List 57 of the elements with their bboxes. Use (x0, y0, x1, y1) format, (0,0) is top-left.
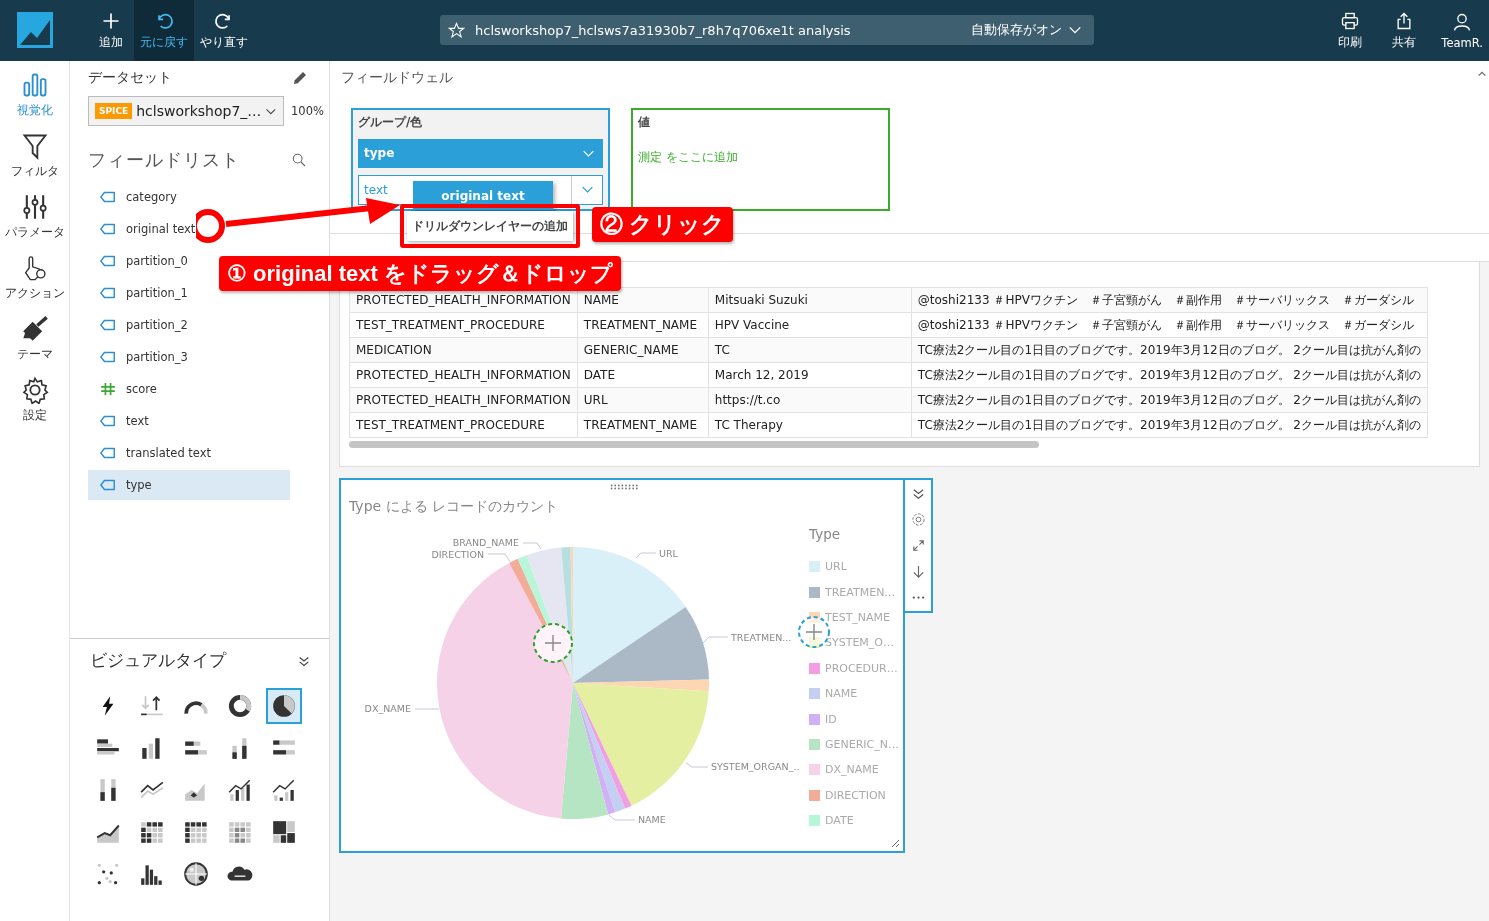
table-cell: TC療法2クール目の1日目のブログです。2019年3月12日のブログ。 2クール目は抗がん剤の (911, 412, 1428, 438)
dataset-heading: データセット (88, 69, 172, 87)
slot-field-name: text (363, 183, 388, 197)
autosave-status: 自動保存がオン (971, 21, 1062, 39)
table-cell: PROTECTED_HEALTH_INFORMATION (349, 362, 578, 388)
slice-label: TREATMEN... (731, 632, 792, 643)
table-cell: HPV Vaccine (708, 312, 912, 338)
legend-label: TEST_NAME (825, 610, 891, 624)
slice-label: DIRECTION (431, 549, 484, 560)
table-cell: TC療法2クール目の1日目のブログです。2019年3月12日のブログ。 2クール目は抗がん剤の (911, 387, 1428, 413)
slice-label: SYSTEM_ORGAN_.. (711, 761, 800, 772)
table-cell: https://t.co (708, 387, 912, 413)
drop-hint: 測定 をここに追加 (638, 150, 739, 165)
well-label: グループ/色 (358, 114, 424, 131)
table-cell: TREATMENT_NAME (577, 412, 709, 438)
table-cell: TREATMENT_NAME (577, 312, 709, 338)
field-list-heading: フィールドリスト (88, 148, 240, 172)
legend-label: SYSTEM_O… (825, 636, 894, 650)
spice-badge: SPICE (95, 103, 133, 119)
table-cell: @toshi2133 ＃HPVワクチン ＃子宮頸がん ＃副作用 ＃サーバリックス ＃ガーダシル (911, 312, 1428, 338)
annotation-tooltip: ① original text をドラッグ＆ドロップ (219, 256, 621, 291)
legend-label: GENERIC_N… (825, 737, 899, 751)
percent-label: 100% (291, 104, 324, 118)
table-cell: MEDICATION (349, 337, 578, 363)
table-cell: NAME (577, 287, 709, 313)
legend-label: PROCEDUR… (825, 661, 898, 675)
table-cell: TC (708, 337, 912, 363)
legend-label: URL (825, 560, 847, 574)
chart-title: Type による レコードのカウント (349, 498, 560, 516)
legend-label: ID (825, 712, 837, 726)
annotation-tooltip: ② クリック (592, 207, 734, 242)
analysis-title: hclsworkshop7_hclsws7a31930b7_r8h7q706xe1t analysis (475, 22, 852, 38)
table-cell: TC療法2クール目の1日目のブログです。2019年3月12日のブログ。 2クール目は抗がん剤の (911, 362, 1428, 388)
table-cell: @toshi2133 ＃HPVワクチン ＃子宮頸がん ＃副作用 ＃サーバリックス ＃ガーダシル (911, 287, 1428, 313)
table-cell: GENERIC_NAME (577, 337, 709, 363)
legend-title: Type (809, 526, 841, 542)
table-cell: PROTECTED_HEALTH_INFORMATION (349, 387, 578, 413)
legend-label: DATE (825, 814, 854, 828)
well-label: 値 (638, 114, 651, 131)
slice-label: URL (659, 548, 678, 559)
table-cell: TEST_TREATMENT_PROCEDURE (349, 312, 578, 338)
legend-label: DIRECTION (825, 788, 886, 802)
table-cell: March 12, 2019 (708, 362, 912, 388)
table-cell: TEST_TREATMENT_PROCEDURE (349, 412, 578, 438)
slice-label: DX_NAME (364, 703, 411, 714)
slice-label: NAME (638, 814, 666, 825)
table-cell: URL (577, 387, 709, 413)
visual-types-heading: ビジュアルタイプ (90, 649, 226, 672)
slice-label: BRAND_NAME (452, 537, 519, 548)
table-cell: Mitsuaki Suzuki (708, 287, 912, 313)
legend-label: TREATMEN… (825, 585, 896, 599)
field-wells-heading: フィールドウェル (341, 69, 453, 87)
legend-label: DX_NAME (825, 763, 879, 777)
legend-label: NAME (825, 687, 858, 701)
table-cell: DATE (577, 362, 709, 388)
table-cell: TC Therapy (708, 412, 912, 438)
table-cell: TC療法2クール目の1日目のブログです。2019年3月12日のブログ。 2クール目は抗がん剤の (911, 337, 1428, 363)
